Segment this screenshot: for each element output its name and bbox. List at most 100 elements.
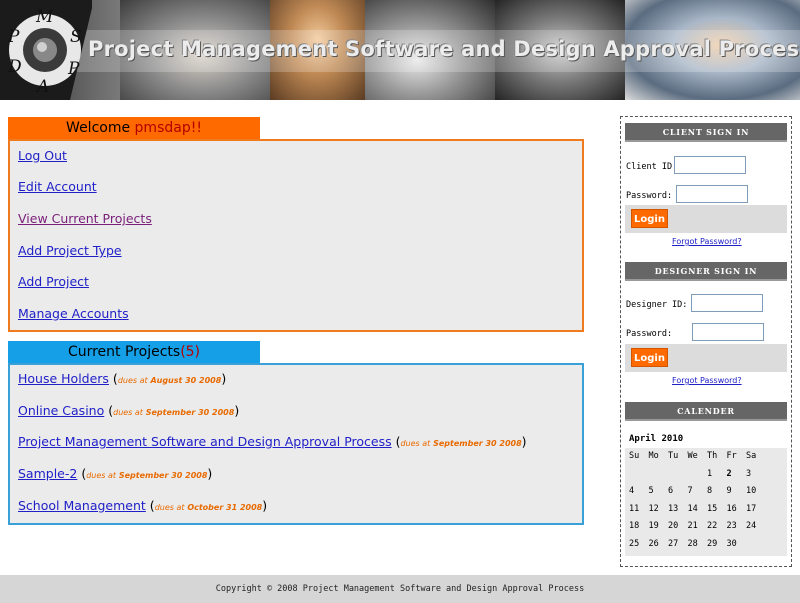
current-projects-box: House Holders (dues at August 30 2008) O… <box>8 363 584 525</box>
designer-forgot-password-link[interactable]: Forgot Password? <box>672 376 742 385</box>
client-login-row: Login <box>625 205 787 233</box>
calendar-month: April 2010 <box>629 434 684 444</box>
logo-letter: S <box>70 27 82 47</box>
project-count: (5) <box>180 344 201 360</box>
add-project-link[interactable]: Add Project <box>18 274 89 289</box>
calendar-day[interactable]: 4 <box>629 483 649 501</box>
calendar-day[interactable]: 6 <box>668 483 688 501</box>
designer-signin-heading: DESIGNER SIGN IN <box>625 262 787 281</box>
project-link[interactable]: Project Management Software and Design A… <box>18 434 392 449</box>
client-id-label: Client ID: <box>626 162 678 172</box>
project-item: Sample-2 (dues at September 30 2008) <box>18 466 213 481</box>
calendar-heading: CALENDER <box>625 402 787 421</box>
calendar-day[interactable]: 30 <box>727 536 747 554</box>
calendar-day[interactable]: 28 <box>688 536 708 554</box>
designer-login-row: Login <box>625 344 787 372</box>
calendar-day[interactable]: 23 <box>727 518 747 536</box>
calendar-day[interactable]: 25 <box>629 536 649 554</box>
footer: Copyright © 2008 Project Management Soft… <box>0 575 800 603</box>
calendar-day[interactable]: 8 <box>707 483 727 501</box>
calendar-weekday: We <box>687 451 698 461</box>
calendar-empty-cell <box>688 466 708 484</box>
project-item: Online Casino (dues at September 30 2008… <box>18 403 240 418</box>
project-link[interactable]: Sample-2 <box>18 466 77 481</box>
calendar-day[interactable]: 12 <box>649 501 669 519</box>
welcome-tab: Welcome pmsdap!! <box>8 117 260 139</box>
client-forgot-password-link[interactable]: Forgot Password? <box>672 237 742 246</box>
calendar-day[interactable]: 2 <box>727 466 747 484</box>
logo-letter: P <box>67 59 80 79</box>
site-title: Project Management Software and Design A… <box>88 37 800 61</box>
current-projects-label: Current Projects <box>67 344 181 360</box>
designer-id-input[interactable] <box>691 294 763 312</box>
designer-password-input[interactable] <box>692 323 764 341</box>
calendar-weekday: Fr <box>726 451 737 461</box>
calendar-weekday: Sa <box>746 451 757 461</box>
calendar-day[interactable]: 20 <box>668 518 688 536</box>
calendar-day[interactable]: 5 <box>649 483 669 501</box>
calendar-day[interactable]: 18 <box>629 518 649 536</box>
calendar-day[interactable]: 7 <box>688 483 708 501</box>
view-current-projects-link[interactable]: View Current Projects <box>18 211 152 226</box>
project-item: House Holders (dues at August 30 2008) <box>18 371 227 386</box>
logo-letter: D <box>7 57 22 77</box>
designer-id-label: Designer ID: <box>626 300 688 310</box>
due-date: dues at September 30 2008 <box>400 439 522 448</box>
calendar-weekday: Su <box>629 451 640 461</box>
calendar-weekday: Th <box>707 451 718 461</box>
due-date: dues at October 31 2008 <box>154 503 263 512</box>
client-signin-panel: CLIENT SIGN IN Client ID: Password: Logi… <box>625 123 787 249</box>
designer-signin-panel: DESIGNER SIGN IN Designer ID: Password: … <box>625 262 787 388</box>
project-item: Project Management Software and Design A… <box>18 434 527 449</box>
client-password-input[interactable] <box>676 185 748 203</box>
header-banner: Project Management Software and Design A… <box>0 0 800 100</box>
calendar-day[interactable]: 3 <box>746 466 766 484</box>
calendar-day[interactable]: 19 <box>649 518 669 536</box>
calendar-day[interactable]: 11 <box>629 501 649 519</box>
calendar-day[interactable]: 10 <box>746 483 766 501</box>
calendar-day[interactable]: 13 <box>668 501 688 519</box>
add-project-type-link[interactable]: Add Project Type <box>18 243 122 258</box>
project-link[interactable]: House Holders <box>18 371 109 386</box>
project-link[interactable]: School Management <box>18 498 146 513</box>
due-date: dues at September 30 2008 <box>113 408 235 417</box>
calendar-panel: CALENDER April 2010 Su Mo Tu We Th Fr Sa 1 2 3 4 5 6… <box>625 402 787 558</box>
project-link[interactable]: Online Casino <box>18 403 104 418</box>
client-id-input[interactable] <box>674 156 746 174</box>
calendar-empty-cell <box>668 466 688 484</box>
edit-account-link[interactable]: Edit Account <box>18 179 97 194</box>
calendar-day[interactable]: 21 <box>688 518 708 536</box>
client-login-button[interactable]: Login <box>631 209 668 228</box>
calendar-empty-cell <box>649 466 669 484</box>
designer-login-button[interactable]: Login <box>631 348 668 367</box>
calendar-day[interactable]: 27 <box>668 536 688 554</box>
welcome-username: pmsdap!! <box>134 120 202 136</box>
pmsdap-logo: M P S D P A <box>0 0 92 100</box>
logo-letter: A <box>35 77 49 97</box>
calendar-day[interactable]: 26 <box>649 536 669 554</box>
calendar-weekday: Mo <box>648 451 659 461</box>
calendar-empty-cell <box>746 536 766 554</box>
client-password-label: Password: <box>626 191 673 201</box>
sidebar: CLIENT SIGN IN Client ID: Password: Logi… <box>620 116 792 567</box>
calendar-day[interactable]: 15 <box>707 501 727 519</box>
client-signin-heading: CLIENT SIGN IN <box>625 123 787 142</box>
calendar-day[interactable]: 22 <box>707 518 727 536</box>
manage-accounts-link[interactable]: Manage Accounts <box>18 306 129 321</box>
welcome-label: Welcome <box>66 120 135 136</box>
calendar-weekday: Tu <box>668 451 679 461</box>
calendar-day[interactable]: 1 <box>707 466 727 484</box>
calendar-day[interactable]: 16 <box>727 501 747 519</box>
logo-letter: P <box>7 27 20 47</box>
logo-letter: M <box>35 7 54 27</box>
logout-link[interactable]: Log Out <box>18 148 67 163</box>
calendar-day[interactable]: 14 <box>688 501 708 519</box>
calendar-day[interactable]: 29 <box>707 536 727 554</box>
designer-password-label: Password: <box>626 329 673 339</box>
calendar-day[interactable]: 24 <box>746 518 766 536</box>
calendar-day[interactable]: 9 <box>727 483 747 501</box>
due-date: dues at September 30 2008 <box>86 471 208 480</box>
calendar-day[interactable]: 17 <box>746 501 766 519</box>
current-projects-tab: Current Projects(5) <box>8 341 260 363</box>
calendar-grid: Su Mo Tu We Th Fr Sa 1 2 3 4 5 6 7 8 9 10 11 12 13 14 15 16 17 1… <box>625 448 787 556</box>
